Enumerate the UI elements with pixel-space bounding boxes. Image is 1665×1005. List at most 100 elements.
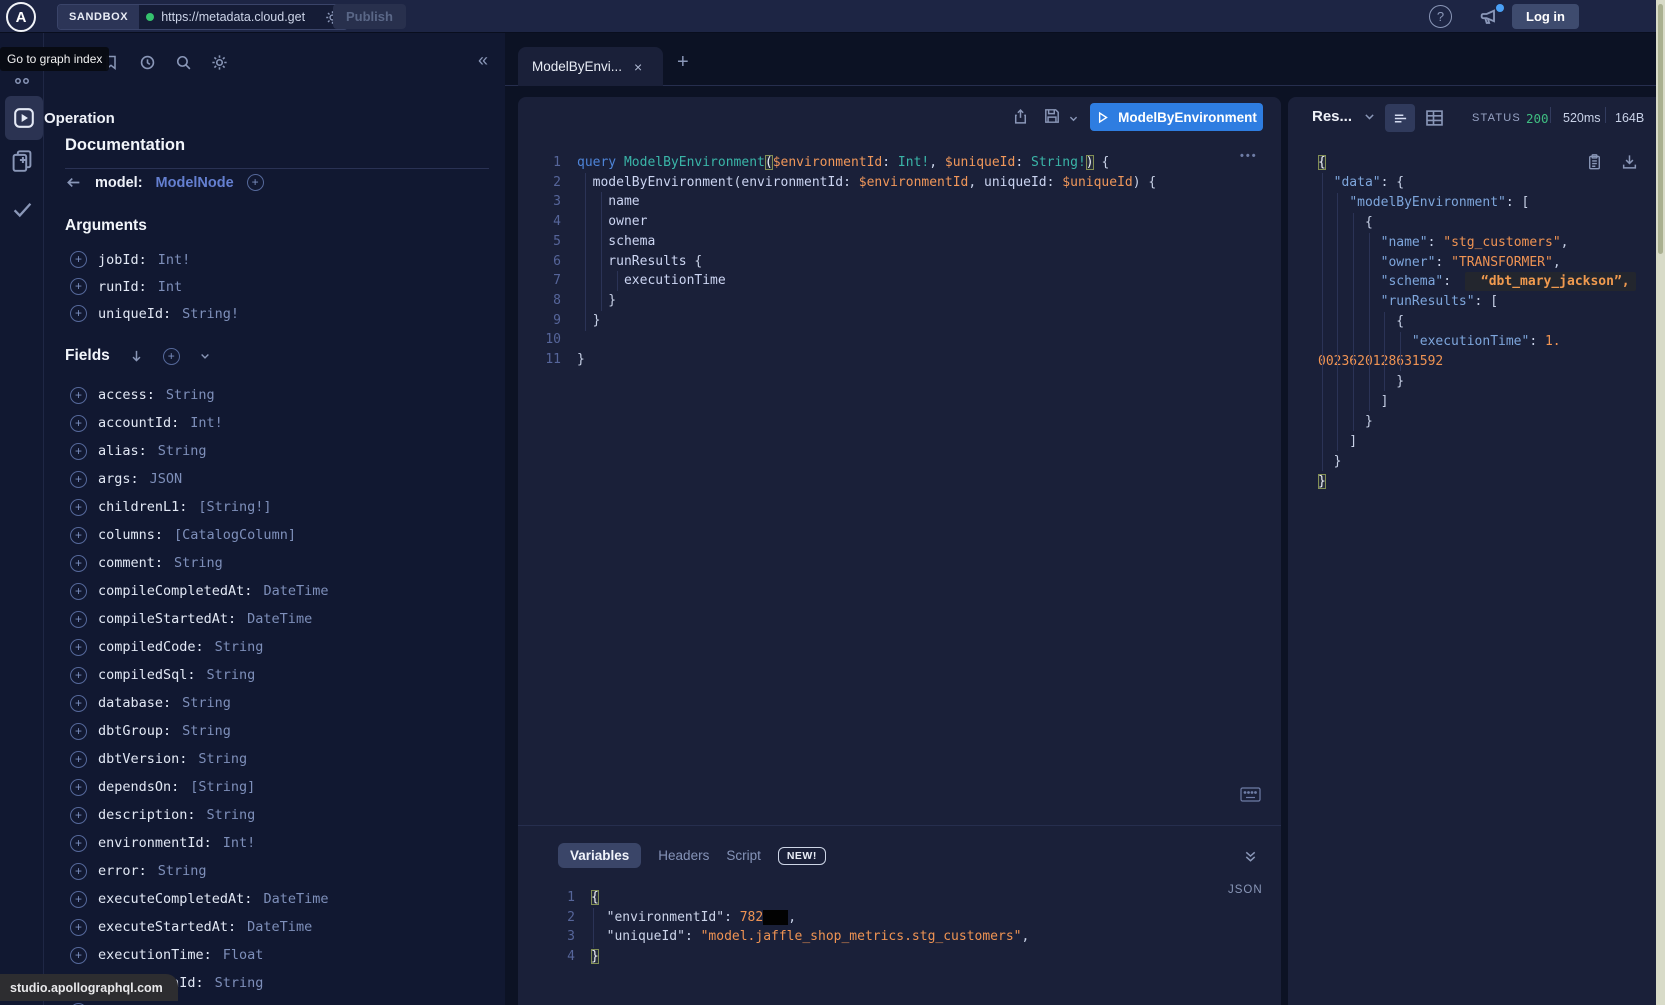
help-icon[interactable]: ? (1429, 5, 1452, 28)
add-field-icon[interactable]: + (70, 667, 87, 684)
field-row[interactable]: +dbtGroup:String (44, 717, 505, 745)
field-row[interactable]: +columns:[CatalogColumn] (44, 521, 505, 549)
add-field-icon[interactable]: + (70, 723, 87, 740)
graphql-query-editor[interactable]: 1query ModelByEnvironment($environmentId… (535, 153, 1156, 370)
field-name: args: (98, 471, 139, 487)
add-field-icon[interactable]: + (70, 779, 87, 796)
add-field-icon[interactable]: + (70, 251, 87, 268)
add-field-icon[interactable]: + (70, 471, 87, 488)
share-operation-icon[interactable] (1012, 108, 1029, 126)
run-operation-button[interactable]: ModelByEnvironment (1090, 103, 1263, 131)
add-field-icon[interactable]: + (70, 807, 87, 824)
field-row[interactable]: +args:JSON (44, 465, 505, 493)
code-line: 9 } (535, 311, 1156, 331)
field-row[interactable]: +compileStartedAt:DateTime (44, 605, 505, 633)
add-field-icon[interactable]: + (70, 278, 87, 295)
breadcrumb-type-link[interactable]: ModelNode (156, 175, 234, 191)
scrollbar-thumb[interactable] (1658, 4, 1663, 254)
add-field-icon[interactable]: + (70, 583, 87, 600)
field-row[interactable]: +jobId:Int! (44, 246, 505, 273)
login-button[interactable]: Log in (1512, 4, 1579, 29)
field-row[interactable]: +alias:String (44, 437, 505, 465)
field-row[interactable]: +compiledSql:String (44, 661, 505, 689)
add-tab-icon[interactable]: + (677, 51, 689, 74)
response-title-row[interactable]: Res... (1312, 108, 1376, 125)
response-json-viewer[interactable]: { "data": { "modelByEnvironment": [ { "n… (1318, 153, 1636, 491)
tab-headers[interactable]: Headers (658, 848, 709, 863)
add-field-icon[interactable]: + (70, 639, 87, 656)
response-view-table-icon[interactable] (1424, 108, 1445, 128)
search-icon[interactable] (175, 54, 192, 71)
publish-button[interactable]: Publish (333, 4, 406, 29)
endpoint-url-field[interactable]: https://metadata.cloud.get (139, 5, 347, 29)
keyboard-shortcuts-icon[interactable] (1240, 787, 1261, 802)
field-row[interactable]: +access:String (44, 381, 505, 409)
field-row[interactable]: +uniqueId:String! (44, 300, 505, 327)
back-arrow-icon[interactable] (65, 174, 82, 191)
sidebar-item-schema-icon[interactable] (0, 148, 44, 172)
tab-script[interactable]: Script (726, 848, 761, 863)
field-row[interactable]: +compiledCode:String (44, 633, 505, 661)
add-field-icon[interactable]: + (70, 443, 87, 460)
sidebar-item-checks-icon[interactable] (0, 198, 44, 221)
sort-fields-icon[interactable] (129, 348, 144, 364)
field-row[interactable]: +executeCompletedAt:DateTime (44, 885, 505, 913)
history-icon[interactable] (139, 54, 156, 71)
variables-json-editor[interactable]: 1{2 "environmentId": 782,3 "uniqueId": "… (549, 888, 1029, 967)
chevron-down-icon[interactable] (199, 350, 211, 362)
add-field-icon[interactable]: + (70, 947, 87, 964)
add-field-icon[interactable]: + (70, 863, 87, 880)
add-field-icon[interactable]: + (70, 891, 87, 908)
graph-index-icon[interactable] (0, 74, 44, 86)
line-number: 1 (535, 153, 561, 173)
field-row[interactable]: +executionTime:Float (44, 941, 505, 969)
collapse-variables-icon[interactable] (1243, 849, 1258, 864)
field-row[interactable]: +runId:Int (44, 273, 505, 300)
field-row[interactable]: +dbtVersion:String (44, 745, 505, 773)
add-field-icon[interactable]: + (70, 415, 87, 432)
field-row[interactable]: +compileCompletedAt:DateTime (44, 577, 505, 605)
line-number: 6 (535, 252, 561, 272)
add-field-icon[interactable]: + (70, 527, 87, 544)
add-field-icon[interactable]: + (70, 835, 87, 852)
settings-gear-icon[interactable] (211, 54, 228, 71)
apollo-logo-icon[interactable]: A (6, 2, 36, 32)
field-row[interactable]: +comment:String (44, 549, 505, 577)
field-row[interactable]: +executeStartedAt:DateTime (44, 913, 505, 941)
sidebar-item-explorer[interactable] (5, 96, 43, 140)
tab-modelbyenvironment[interactable]: ModelByEnvi... × (518, 47, 663, 86)
editor-overflow-menu-icon[interactable]: ••• (1240, 150, 1258, 162)
field-row[interactable]: +childrenL1:[String!] (44, 493, 505, 521)
field-row[interactable]: +accountId:Int! (44, 409, 505, 437)
save-operation-icon[interactable] (1043, 107, 1061, 125)
add-field-icon[interactable]: + (70, 919, 87, 936)
field-name: compileStartedAt: (98, 611, 236, 627)
add-field-icon[interactable]: + (70, 695, 87, 712)
endpoint-url-text[interactable]: https://metadata.cloud.get (161, 10, 318, 24)
field-row[interactable]: +database:String (44, 689, 505, 717)
add-field-icon[interactable]: + (70, 305, 87, 322)
add-all-fields-icon[interactable]: + (247, 174, 264, 191)
field-row[interactable]: +error:String (44, 857, 505, 885)
response-dropdown-chevron-icon[interactable] (1363, 110, 1376, 123)
tab-variables[interactable]: Variables (558, 843, 641, 868)
add-field-icon[interactable]: + (70, 387, 87, 404)
add-fields-icon[interactable]: + (163, 348, 180, 365)
close-tab-icon[interactable]: × (634, 59, 642, 75)
response-view-json-icon[interactable] (1385, 104, 1415, 132)
add-field-icon[interactable]: + (70, 555, 87, 572)
field-type: String (215, 639, 264, 655)
field-row[interactable]: +environmentId:Int! (44, 829, 505, 857)
link-target-statusbar: studio.apollographql.com (0, 974, 178, 1001)
save-options-chevron-icon[interactable] (1068, 113, 1079, 124)
add-field-icon[interactable]: + (70, 751, 87, 768)
code-line: 6 runResults { (535, 252, 1156, 272)
add-field-icon[interactable]: + (70, 499, 87, 516)
sandbox-badge: SANDBOX (58, 5, 139, 29)
collapse-panel-icon[interactable]: « (478, 50, 488, 71)
add-field-icon[interactable]: + (70, 611, 87, 628)
field-row[interactable]: +description:String (44, 801, 505, 829)
field-name: uniqueId: (98, 306, 171, 322)
field-row[interactable]: +dependsOn:[String] (44, 773, 505, 801)
field-type: Int! (223, 835, 256, 851)
